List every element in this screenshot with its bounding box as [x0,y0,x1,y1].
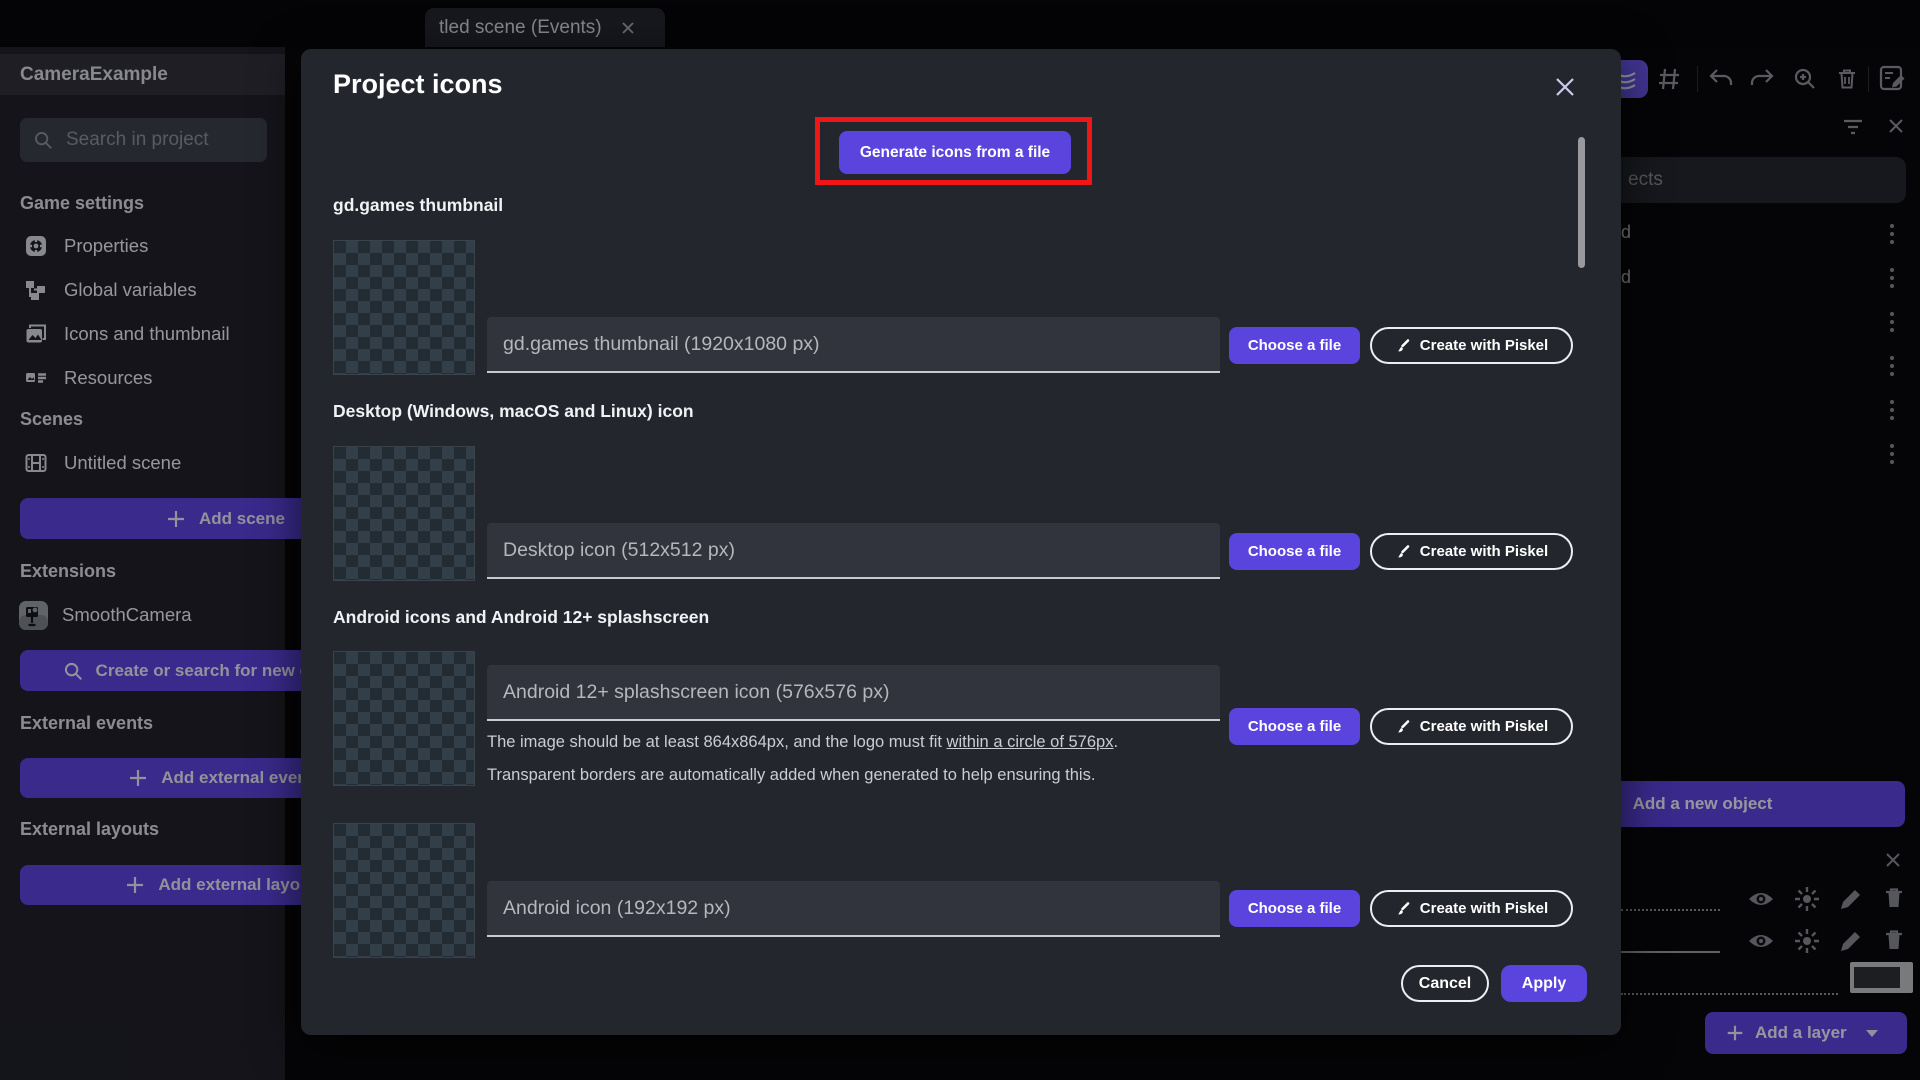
apply-button[interactable]: Apply [1501,965,1587,1002]
choose-file-label: Choose a file [1247,718,1342,735]
choose-file-label: Choose a file [1247,543,1342,560]
choose-file-label: Choose a file [1247,337,1342,354]
note-link[interactable]: within a circle of 576px [947,733,1114,751]
android-splash-note-line2: Transparent borders are automatically ad… [487,766,1096,784]
apply-label: Apply [1521,974,1567,992]
choose-file-button[interactable]: Choose a file [1229,708,1360,745]
app-screen: tled scene (Events) CameraExample Game s… [0,0,1920,1080]
choose-file-button[interactable]: Choose a file [1229,533,1360,570]
note-text: The image should be at least 864x864px, … [487,733,947,751]
create-with-piskel-button[interactable]: Create with Piskel [1370,708,1573,745]
project-icons-dialog: Project icons Generate icons from a file… [301,49,1621,1035]
piskel-label: Create with Piskel [1419,900,1549,917]
android-splash-preview-checker [333,651,475,786]
brush-icon [1397,901,1410,914]
dialog-title: Project icons [333,69,503,99]
brush-icon [1397,544,1410,557]
dialog-scrollbar[interactable] [1578,137,1585,268]
create-with-piskel-button[interactable]: Create with Piskel [1370,533,1573,570]
section-header-desktop: Desktop (Windows, macOS and Linux) icon [333,401,694,421]
desktop-input[interactable] [503,538,1204,562]
dialog-close-icon[interactable] [1553,75,1577,99]
generate-icons-button[interactable]: Generate icons from a file [839,131,1071,174]
brush-icon [1397,338,1410,351]
cancel-label: Cancel [1418,974,1472,992]
create-with-piskel-button[interactable]: Create with Piskel [1370,890,1573,927]
choose-file-label: Choose a file [1247,900,1342,917]
android-icon-preview-checker [333,823,475,958]
note-text: . [1113,733,1119,751]
android-splash-input[interactable] [503,680,1204,704]
section-header-thumbnail: gd.games thumbnail [333,195,504,215]
brush-icon [1397,719,1410,732]
choose-file-button[interactable]: Choose a file [1229,890,1360,927]
android-splash-field [487,665,1220,721]
desktop-preview-checker [333,446,475,581]
thumbnail-input[interactable] [503,332,1204,356]
piskel-label: Create with Piskel [1419,718,1549,735]
piskel-label: Create with Piskel [1419,337,1549,354]
cancel-button[interactable]: Cancel [1401,965,1489,1002]
create-with-piskel-button[interactable]: Create with Piskel [1370,327,1573,364]
android-splash-note-line1: The image should be at least 864x864px, … [487,733,1118,752]
choose-file-button[interactable]: Choose a file [1229,327,1360,364]
android-icon-input[interactable] [503,896,1204,920]
thumbnail-preview-checker [333,240,475,375]
android-icon-field [487,881,1220,937]
piskel-label: Create with Piskel [1419,543,1549,560]
section-header-android: Android icons and Android 12+ splashscre… [333,607,710,627]
desktop-field [487,523,1220,579]
generate-icons-label: Generate icons from a file [859,143,1051,161]
thumbnail-field [487,317,1220,373]
